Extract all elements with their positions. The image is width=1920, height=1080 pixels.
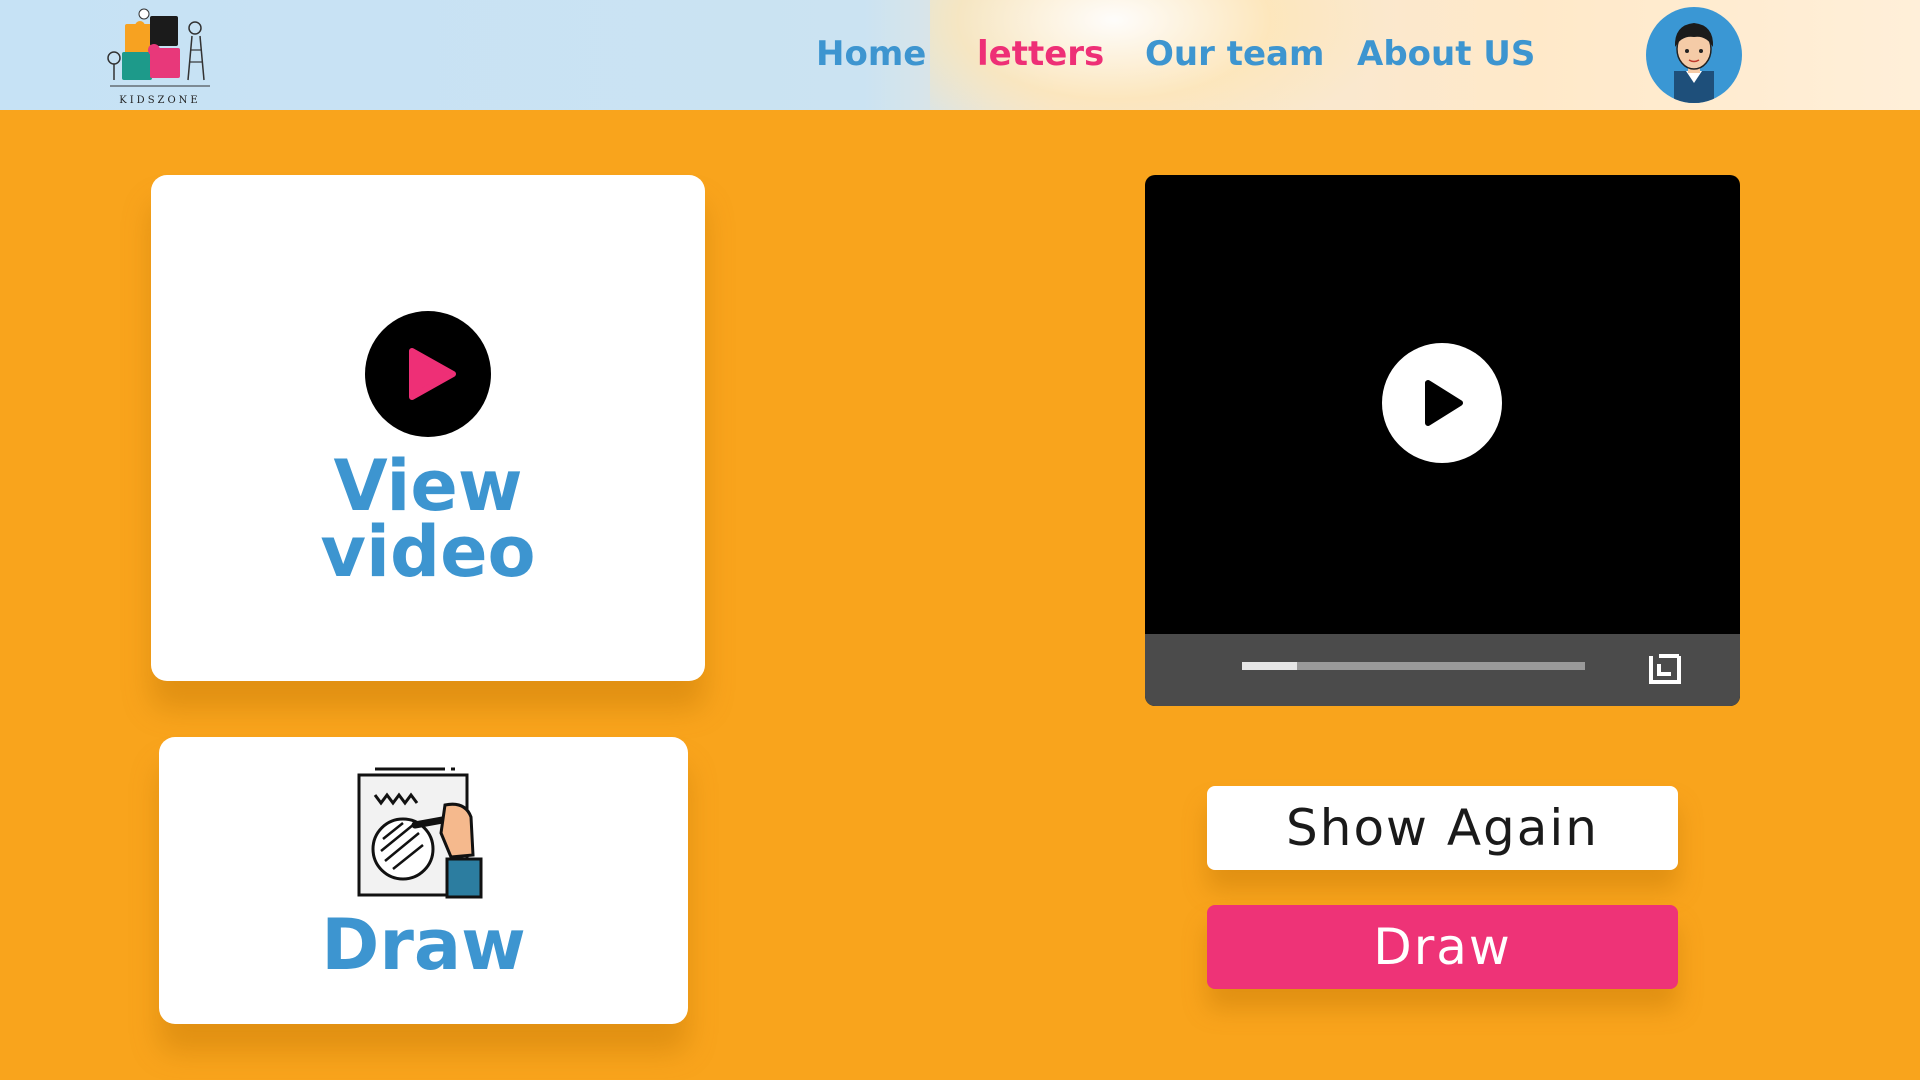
play-button[interactable] bbox=[1382, 343, 1502, 463]
puzzle-logo-icon bbox=[107, 8, 210, 87]
show-again-button[interactable]: Show Again bbox=[1207, 786, 1678, 870]
view-video-title-line1: View bbox=[333, 445, 523, 527]
view-video-title: View video bbox=[151, 445, 705, 593]
progress-bar[interactable] bbox=[1242, 662, 1585, 670]
user-avatar-icon bbox=[1674, 23, 1714, 103]
drawing-hand-icon bbox=[357, 767, 483, 899]
header-bar: KIDSZONE Home letters Our team About US bbox=[0, 0, 1920, 110]
nav-our-team[interactable]: Our team bbox=[1145, 34, 1324, 74]
fullscreen-icon bbox=[1649, 654, 1681, 684]
nav-about-us[interactable]: About US bbox=[1357, 34, 1535, 74]
nav-home[interactable]: Home bbox=[816, 34, 926, 74]
user-avatar[interactable] bbox=[1646, 7, 1742, 103]
kidszone-logo[interactable]: KIDSZONE bbox=[100, 6, 220, 106]
logo-text: KIDSZONE bbox=[119, 95, 201, 106]
video-player[interactable] bbox=[1145, 175, 1740, 706]
fullscreen-button[interactable] bbox=[1645, 648, 1685, 688]
nav-letters[interactable]: letters bbox=[977, 34, 1104, 74]
play-icon bbox=[365, 311, 491, 437]
draw-card[interactable]: Draw bbox=[159, 737, 688, 1024]
view-video-card[interactable]: View video bbox=[151, 175, 705, 681]
player-controls bbox=[1145, 634, 1740, 706]
play-icon bbox=[1425, 380, 1463, 426]
progress-fill bbox=[1242, 662, 1297, 670]
draw-card-title: Draw bbox=[321, 904, 526, 986]
draw-button[interactable]: Draw bbox=[1207, 905, 1678, 989]
view-video-title-line2: video bbox=[320, 511, 536, 593]
